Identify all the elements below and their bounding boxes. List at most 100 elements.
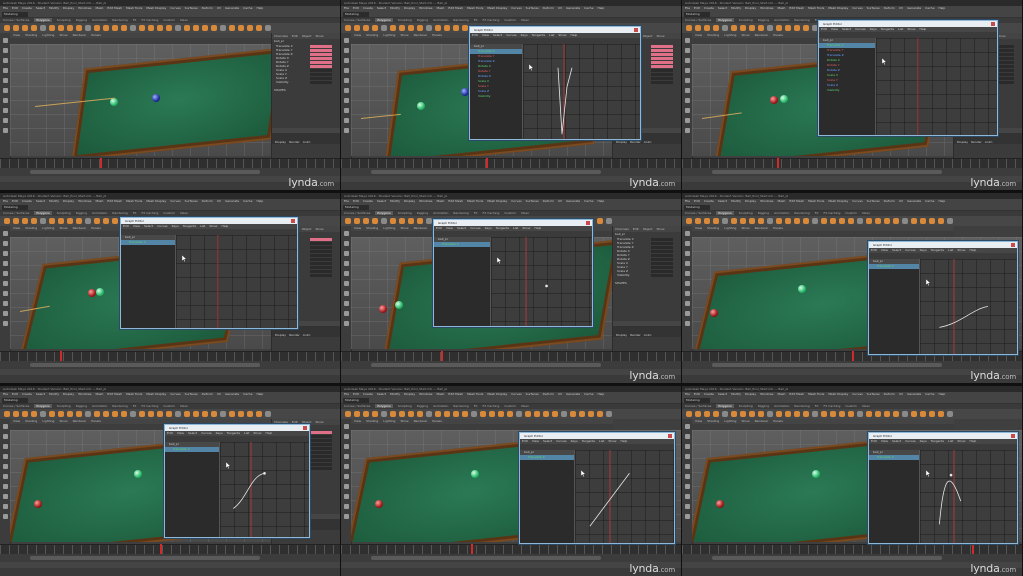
- close-icon[interactable]: [991, 22, 995, 26]
- shelf-tool-icon[interactable]: [363, 25, 369, 31]
- menu-surfaces[interactable]: Surfaces: [867, 392, 880, 396]
- menu-help[interactable]: Help: [256, 392, 263, 396]
- shelf-tool-icon[interactable]: [256, 411, 262, 417]
- menu-mesh[interactable]: Mesh: [96, 392, 104, 396]
- graph-editor-menu-edit[interactable]: Edit: [472, 33, 478, 37]
- menu-display[interactable]: Display: [745, 392, 756, 396]
- shelf-tool-icon[interactable]: [543, 411, 549, 417]
- tool-icon[interactable]: [343, 474, 349, 479]
- menu-display[interactable]: Display: [63, 392, 74, 396]
- close-icon[interactable]: [586, 221, 590, 225]
- graph-editor-menu-list[interactable]: List: [599, 439, 604, 443]
- tool-icon[interactable]: [2, 434, 8, 439]
- shelf-tool-icon[interactable]: [202, 25, 208, 31]
- shelf-tool-icon[interactable]: [85, 411, 91, 417]
- green-ball[interactable]: [134, 470, 142, 478]
- shelf-tool-icon[interactable]: [929, 411, 935, 417]
- panel-menu-view[interactable]: View: [695, 33, 702, 37]
- tool-icon[interactable]: [343, 88, 349, 93]
- shelf-tab-3[interactable]: Rigging: [76, 404, 87, 408]
- graph-editor-menu-list[interactable]: List: [200, 224, 205, 228]
- close-icon[interactable]: [634, 28, 638, 32]
- graph-editor-menu-tangents[interactable]: Tangents: [227, 431, 240, 435]
- shelf-tool-icon[interactable]: [884, 411, 890, 417]
- tool-icon[interactable]: [343, 464, 349, 469]
- shelf-tab-0[interactable]: Curves / Surfaces: [3, 211, 29, 215]
- channel-box-tab[interactable]: Show: [315, 227, 323, 231]
- panel-menu-panels[interactable]: Panels: [91, 226, 101, 230]
- shelf-tool-icon[interactable]: [803, 25, 809, 31]
- shelf-tool-icon[interactable]: [381, 218, 387, 224]
- menu-mesh[interactable]: Mesh: [437, 392, 445, 396]
- shelf-tool-icon[interactable]: [866, 218, 872, 224]
- shelf-tool-icon[interactable]: [76, 411, 82, 417]
- panel-menu-lighting[interactable]: Lighting: [383, 226, 395, 230]
- menu-deform[interactable]: Deform: [884, 6, 895, 10]
- menu-uv[interactable]: UV: [217, 199, 221, 203]
- tool-icon[interactable]: [2, 261, 8, 266]
- tool-icon[interactable]: [2, 454, 8, 459]
- time-slider-playhead[interactable]: [972, 544, 974, 554]
- channel-value-field[interactable]: [310, 48, 332, 52]
- shelf-tool-icon[interactable]: [31, 218, 37, 224]
- layer-editor[interactable]: DisplayRenderAnim: [272, 128, 340, 144]
- shelf-tab-7[interactable]: FX Caching: [141, 404, 158, 408]
- channel-value-field[interactable]: [310, 434, 332, 438]
- panel-menu-lighting[interactable]: Lighting: [42, 419, 54, 423]
- graph-editor-menu-tangents[interactable]: Tangents: [496, 226, 509, 230]
- menu-curves[interactable]: Curves: [511, 6, 521, 10]
- menu-uv[interactable]: UV: [558, 199, 562, 203]
- shelf-tool-icon[interactable]: [363, 218, 369, 224]
- menu-edit-mesh[interactable]: Edit Mesh: [789, 392, 804, 396]
- tool-icon[interactable]: [684, 424, 690, 429]
- shelf-tool-icon[interactable]: [426, 218, 432, 224]
- menu-edit-mesh[interactable]: Edit Mesh: [448, 199, 463, 203]
- graph-editor-menu-tangents[interactable]: Tangents: [532, 33, 545, 37]
- tool-icon[interactable]: [2, 464, 8, 469]
- panel-menu-show[interactable]: Show: [59, 33, 67, 37]
- green-ball[interactable]: [395, 301, 403, 309]
- menu-mesh[interactable]: Mesh: [96, 199, 104, 203]
- shelf-tool-icon[interactable]: [480, 411, 486, 417]
- graph-editor-menu-help[interactable]: Help: [919, 27, 926, 31]
- graph-editor-outliner[interactable]: ball_pl Translate X: [121, 235, 176, 328]
- shelf-tool-icon[interactable]: [399, 25, 405, 31]
- graph-editor-menu-curves[interactable]: Curves: [855, 27, 865, 31]
- menu-uv[interactable]: UV: [899, 199, 903, 203]
- tool-icon[interactable]: [2, 68, 8, 73]
- tool-icon[interactable]: [343, 434, 349, 439]
- shelf-tool-icon[interactable]: [354, 25, 360, 31]
- menu-curves[interactable]: Curves: [852, 199, 862, 203]
- tool-icon[interactable]: [343, 98, 349, 103]
- channel-value-field[interactable]: [651, 56, 673, 60]
- graph-editor-menu-keys[interactable]: Keys: [920, 439, 927, 443]
- graph-editor-menu-curves[interactable]: Curves: [905, 248, 915, 252]
- panel-menu-panels[interactable]: Panels: [432, 419, 442, 423]
- channel-value-field[interactable]: [310, 80, 332, 84]
- menu-edit-mesh[interactable]: Edit Mesh: [107, 199, 122, 203]
- shelf-tab-3[interactable]: Rigging: [758, 18, 769, 22]
- shelf-tool-icon[interactable]: [597, 218, 603, 224]
- channel-box-tab[interactable]: Channels: [615, 227, 629, 231]
- shelf-tool-icon[interactable]: [265, 25, 271, 31]
- graph-editor-menu-select[interactable]: Select: [892, 248, 901, 252]
- layer-tab[interactable]: Render: [630, 140, 641, 144]
- shelf-tab-7[interactable]: FX Caching: [823, 404, 840, 408]
- tool-icon[interactable]: [2, 321, 8, 326]
- shelf-tool-icon[interactable]: [731, 411, 737, 417]
- menu-edit-mesh[interactable]: Edit Mesh: [448, 6, 463, 10]
- menu-mesh[interactable]: Mesh: [437, 199, 445, 203]
- tool-icon[interactable]: [343, 504, 349, 509]
- shelf-tool-icon[interactable]: [184, 25, 190, 31]
- shelf-tool-icon[interactable]: [704, 411, 710, 417]
- shelf-tab-2[interactable]: Sculpting: [739, 18, 753, 22]
- shelf-tool-icon[interactable]: [794, 218, 800, 224]
- graph-editor-menu-keys[interactable]: Keys: [216, 431, 223, 435]
- menu-edit[interactable]: Edit: [12, 6, 18, 10]
- shelf-tool-icon[interactable]: [166, 25, 172, 31]
- menu-create[interactable]: Create: [363, 392, 373, 396]
- tool-icon[interactable]: [343, 58, 349, 63]
- menu-select[interactable]: Select: [718, 6, 727, 10]
- menu-surfaces[interactable]: Surfaces: [526, 392, 539, 396]
- shelf-tool-icon[interactable]: [148, 25, 154, 31]
